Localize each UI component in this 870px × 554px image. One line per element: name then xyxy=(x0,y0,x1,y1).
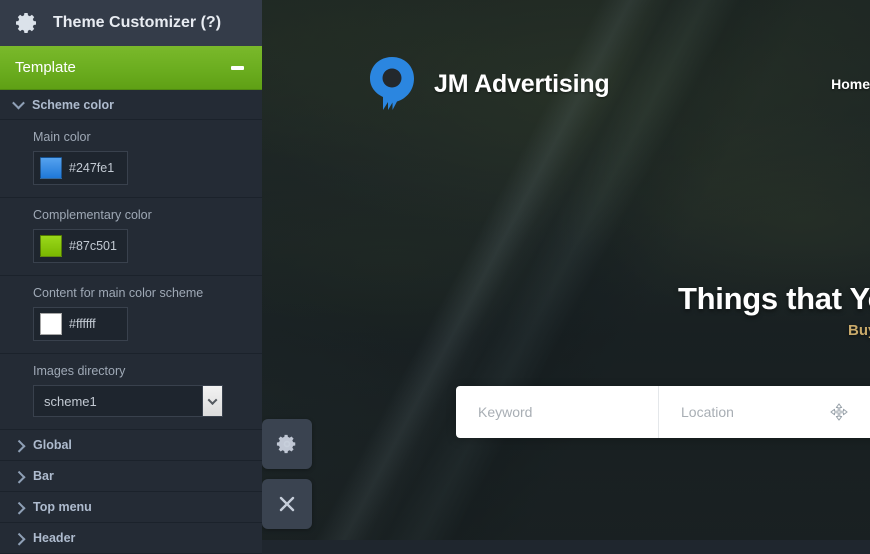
section-template-header[interactable]: Template xyxy=(0,46,262,90)
keyword-input[interactable]: Keyword xyxy=(456,386,658,438)
settings-button[interactable] xyxy=(262,419,312,469)
complementary-color-value: #87c501 xyxy=(69,239,117,253)
content-color-input[interactable]: #ffffff xyxy=(33,307,128,341)
theme-customizer-panel: Theme Customizer (?) Template Scheme col… xyxy=(0,0,262,554)
location-input[interactable]: Location xyxy=(658,386,870,438)
location-pin-logo-icon xyxy=(370,57,414,110)
main-color-input[interactable]: #247fe1 xyxy=(33,151,128,185)
brand-name: JM Advertising xyxy=(434,69,610,98)
chevron-right-icon xyxy=(12,532,26,546)
field-complementary-color: Complementary color #87c501 xyxy=(0,198,262,276)
floating-buttons xyxy=(262,419,312,529)
crosshair-locate-icon[interactable] xyxy=(830,403,848,421)
color-swatch[interactable] xyxy=(40,313,62,335)
field-images-directory-label: Images directory xyxy=(33,364,126,378)
close-button[interactable] xyxy=(262,479,312,529)
panel-title: Theme Customizer (?) xyxy=(53,14,222,31)
complementary-color-input[interactable]: #87c501 xyxy=(33,229,128,263)
site-nav: Home xyxy=(815,46,870,122)
section-template-label: Template xyxy=(15,59,76,76)
main-color-value: #247fe1 xyxy=(69,161,115,175)
hero-search-bar: Keyword Location xyxy=(456,386,870,438)
color-swatch[interactable] xyxy=(40,157,62,179)
images-directory-value: scheme1 xyxy=(44,393,97,409)
color-swatch[interactable] xyxy=(40,235,62,257)
subsection-scheme-color[interactable]: Scheme color xyxy=(0,90,262,120)
sidebar-item-header[interactable]: Header xyxy=(0,523,262,554)
field-content-color-label: Content for main color scheme xyxy=(33,286,204,300)
chevron-right-icon xyxy=(12,470,26,484)
location-placeholder: Location xyxy=(681,404,734,420)
minus-icon[interactable] xyxy=(231,65,244,70)
field-content-color: Content for main color scheme #ffffff xyxy=(0,276,262,354)
brand[interactable]: JM Advertising xyxy=(368,56,610,112)
sidebar-item-top-menu[interactable]: Top menu xyxy=(0,492,262,523)
field-main-color: Main color #247fe1 xyxy=(0,120,262,198)
nav-link-home[interactable]: Home xyxy=(815,76,870,92)
chevron-down-icon[interactable] xyxy=(202,386,222,416)
field-images-directory: Images directory scheme1 xyxy=(0,354,262,430)
chevron-right-icon xyxy=(12,501,26,515)
chevron-right-icon xyxy=(12,439,26,453)
hero-title: Things that You xyxy=(678,281,870,316)
sidebar-item-top-menu-label: Top menu xyxy=(33,500,92,514)
sidebar-item-global[interactable]: Global xyxy=(0,430,262,461)
field-complementary-color-label: Complementary color xyxy=(33,208,152,222)
sidebar-item-global-label: Global xyxy=(33,438,72,452)
gear-icon xyxy=(276,434,296,454)
panel-header: Theme Customizer (?) xyxy=(0,0,262,46)
sidebar-item-bar[interactable]: Bar xyxy=(0,461,262,492)
subsection-scheme-color-label: Scheme color xyxy=(32,97,114,112)
field-main-color-label: Main color xyxy=(33,130,91,144)
hero-subtitle: Buy xyxy=(848,322,870,339)
sidebar-item-bar-label: Bar xyxy=(33,469,54,483)
gear-icon xyxy=(16,13,36,33)
images-directory-select[interactable]: scheme1 xyxy=(33,385,223,417)
content-color-value: #ffffff xyxy=(69,317,96,331)
close-icon xyxy=(279,496,295,512)
sidebar-item-header-label: Header xyxy=(33,531,76,545)
chevron-down-icon xyxy=(12,96,25,110)
